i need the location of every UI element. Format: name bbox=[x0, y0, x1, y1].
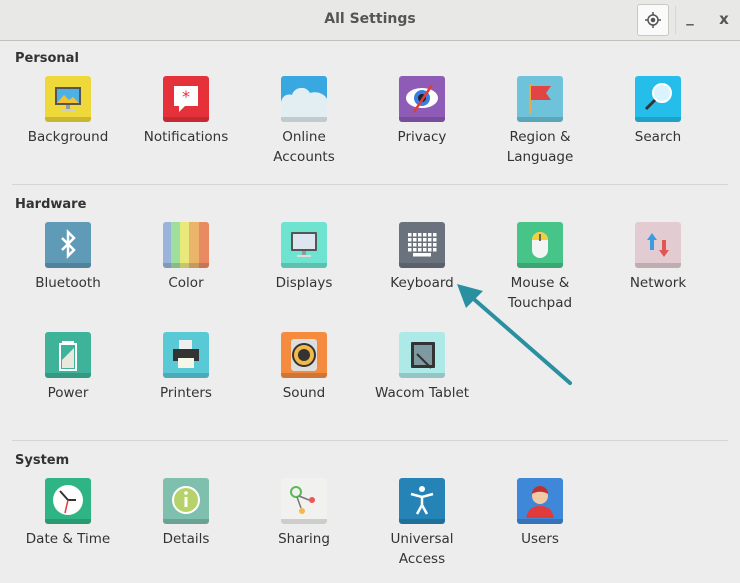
annotation-arrow bbox=[457, 284, 572, 385]
